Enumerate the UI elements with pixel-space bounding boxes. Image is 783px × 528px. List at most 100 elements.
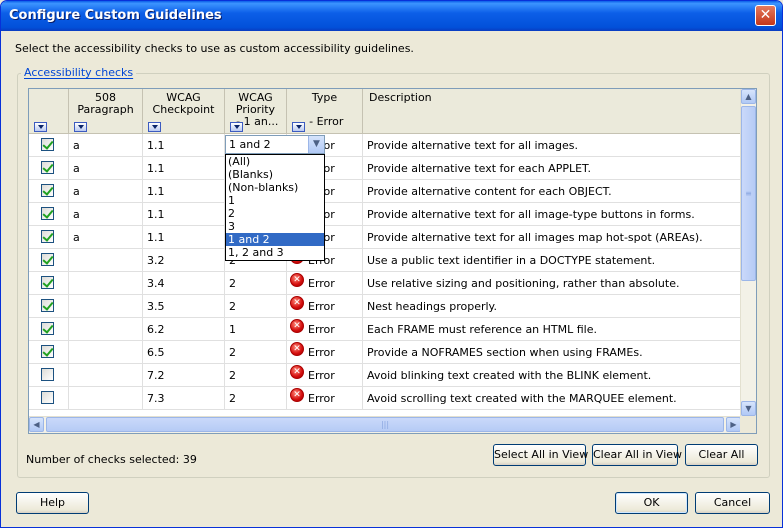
- check-checkbox[interactable]: [41, 391, 54, 404]
- checkbox-cell: [29, 180, 69, 203]
- help-button[interactable]: Help: [16, 492, 89, 514]
- table-row[interactable]: a1.12✕ErrorProvide alternative content f…: [29, 180, 741, 203]
- table-row[interactable]: 3.22✕ErrorUse a public text identifier i…: [29, 249, 741, 272]
- clear-all-in-view-button[interactable]: Clear All in View: [592, 444, 682, 466]
- select-all-in-view-button[interactable]: Select All in View: [493, 444, 588, 466]
- check-checkbox[interactable]: [41, 322, 54, 335]
- table-row[interactable]: 7.2 2 ✕ Error Avoid blinking text created wi…: [29, 364, 741, 387]
- description-cell: Provide alternative content for each OBJ…: [363, 180, 741, 203]
- table-row[interactable]: 6.2 1 ✕ Error Each FRAME must reference an H…: [29, 318, 741, 341]
- checkbox-cell: [29, 364, 69, 387]
- error-x-icon: ✕: [290, 388, 304, 402]
- vertical-scrollbar[interactable]: ▲ ≡ ▼: [740, 89, 756, 416]
- column-header-0[interactable]: [29, 89, 69, 134]
- filter-dropdown-icon[interactable]: [74, 122, 87, 132]
- dropdown-option[interactable]: (Non-blanks): [226, 181, 324, 194]
- table-row[interactable]: a1.12✕ErrorProvide alternative text for …: [29, 226, 741, 249]
- priority-cell: 2: [225, 364, 287, 387]
- close-button[interactable]: ✕: [755, 5, 776, 26]
- scroll-right-icon[interactable]: ▶: [726, 417, 741, 432]
- check-checkbox[interactable]: [41, 138, 54, 151]
- type-label: Error: [308, 392, 335, 405]
- ok-button[interactable]: OK: [615, 492, 688, 514]
- dropdown-option[interactable]: 1: [226, 194, 324, 207]
- para-cell: [69, 295, 143, 318]
- check-checkbox[interactable]: [41, 207, 54, 220]
- para-cell: a: [69, 226, 143, 249]
- scroll-up-icon[interactable]: ▲: [741, 89, 756, 104]
- check-checkbox[interactable]: [41, 253, 54, 266]
- window-title: Configure Custom Guidelines: [9, 8, 222, 23]
- para-cell: [69, 341, 143, 364]
- table-row[interactable]: 7.3 2 ✕ Error Avoid scrolling text created w…: [29, 387, 741, 410]
- column-header-3[interactable]: WCAG Priority - 1 an...: [225, 89, 287, 134]
- check-checkbox[interactable]: [41, 161, 54, 174]
- para-cell: a: [69, 157, 143, 180]
- table-row[interactable]: a1.12✕ErrorProvide alternative text for …: [29, 203, 741, 226]
- column-header-5[interactable]: Description: [363, 89, 741, 134]
- description-cell: Provide alternative text for each APPLET…: [363, 157, 741, 180]
- filter-dropdown-icon[interactable]: [230, 122, 243, 132]
- checks-selected-count: Number of checks selected: 39: [26, 453, 197, 466]
- dropdown-option[interactable]: (Blanks): [226, 168, 324, 181]
- table-row[interactable]: a1.11 and 2✕ErrorProvide alternative tex…: [29, 134, 741, 157]
- column-header-4[interactable]: Type - Error: [287, 89, 363, 134]
- title-bar[interactable]: Configure Custom Guidelines ✕: [1, 1, 782, 31]
- chevron-down-icon[interactable]: ▼: [308, 136, 324, 153]
- check-checkbox[interactable]: [41, 276, 54, 289]
- priority-cell: 2: [225, 272, 287, 295]
- type-cell: ✕ Error: [287, 272, 363, 295]
- check-checkbox[interactable]: [41, 299, 54, 312]
- checkpoint-cell: 3.4: [143, 272, 225, 295]
- para-cell: [69, 364, 143, 387]
- scroll-down-icon[interactable]: ▼: [741, 401, 756, 416]
- check-checkbox[interactable]: [41, 184, 54, 197]
- table-row[interactable]: 6.5 2 ✕ Error Provide a NOFRAMES section whe…: [29, 341, 741, 364]
- checkpoint-cell: 6.5: [143, 341, 225, 364]
- error-x-icon: ✕: [290, 365, 304, 379]
- filter-dropdown-icon[interactable]: [34, 122, 47, 132]
- filter-dropdown-icon[interactable]: [292, 122, 305, 132]
- table-row[interactable]: a1.12✕ErrorProvide alternative text for …: [29, 157, 741, 180]
- group-label: Accessibility checks: [21, 66, 137, 79]
- vertical-scroll-thumb[interactable]: ≡: [741, 106, 756, 281]
- table-row[interactable]: 3.5 2 ✕ Error Nest headings properly.: [29, 295, 741, 318]
- type-label: Error: [308, 300, 335, 313]
- clear-all-button[interactable]: Clear All: [685, 444, 758, 466]
- dropdown-option[interactable]: 1, 2 and 3: [226, 246, 324, 259]
- dropdown-option[interactable]: 1 and 2: [226, 233, 324, 246]
- priority-cell: 2: [225, 341, 287, 364]
- dialog-window: Configure Custom Guidelines ✕ Select the…: [0, 0, 783, 528]
- filter-dropdown-icon[interactable]: [148, 122, 161, 132]
- grip-icon: ≡: [745, 188, 752, 198]
- instructions-text: Select the accessibility checks to use a…: [15, 42, 414, 55]
- description-cell: Use a public text identifier in a DOCTYP…: [363, 249, 741, 272]
- dropdown-option[interactable]: (All): [226, 155, 324, 168]
- description-cell: Provide alternative text for all images.: [363, 134, 741, 157]
- scroll-left-icon[interactable]: ◀: [29, 417, 44, 432]
- dropdown-option[interactable]: 3: [226, 220, 324, 233]
- column-header-1[interactable]: 508 Paragraph: [69, 89, 143, 134]
- type-label: Error: [308, 277, 335, 290]
- description-cell: Provide a NOFRAMES section when using FR…: [363, 341, 741, 364]
- dropdown-option[interactable]: 2: [226, 207, 324, 220]
- horizontal-scrollbar[interactable]: ◀ ||| ▶: [29, 416, 741, 433]
- column-header-2[interactable]: WCAG Checkpoint: [143, 89, 225, 134]
- checkpoint-cell: 3.2: [143, 249, 225, 272]
- grid-header: 508 Paragraph WCAG Checkpoint WCAG Priorit…: [29, 89, 741, 134]
- table-row[interactable]: 3.4 2 ✕ Error Use relative sizing and positi…: [29, 272, 741, 295]
- check-checkbox[interactable]: [41, 345, 54, 358]
- horizontal-scroll-thumb[interactable]: |||: [46, 417, 724, 432]
- checkbox-cell: [29, 341, 69, 364]
- priority-cell: 2: [225, 295, 287, 318]
- scroll-corner: [740, 416, 756, 433]
- column-header-label: Description: [369, 91, 432, 104]
- check-checkbox[interactable]: [41, 368, 54, 381]
- check-checkbox[interactable]: [41, 230, 54, 243]
- checkbox-cell: [29, 295, 69, 318]
- cancel-button[interactable]: Cancel: [695, 492, 770, 514]
- description-cell: Avoid blinking text created with the BLI…: [363, 364, 741, 387]
- checkpoint-cell: 1.1: [143, 134, 225, 157]
- priority-combo[interactable]: 1 and 2 ▼: [225, 135, 325, 154]
- priority-combo-value: 1 and 2: [229, 138, 271, 151]
